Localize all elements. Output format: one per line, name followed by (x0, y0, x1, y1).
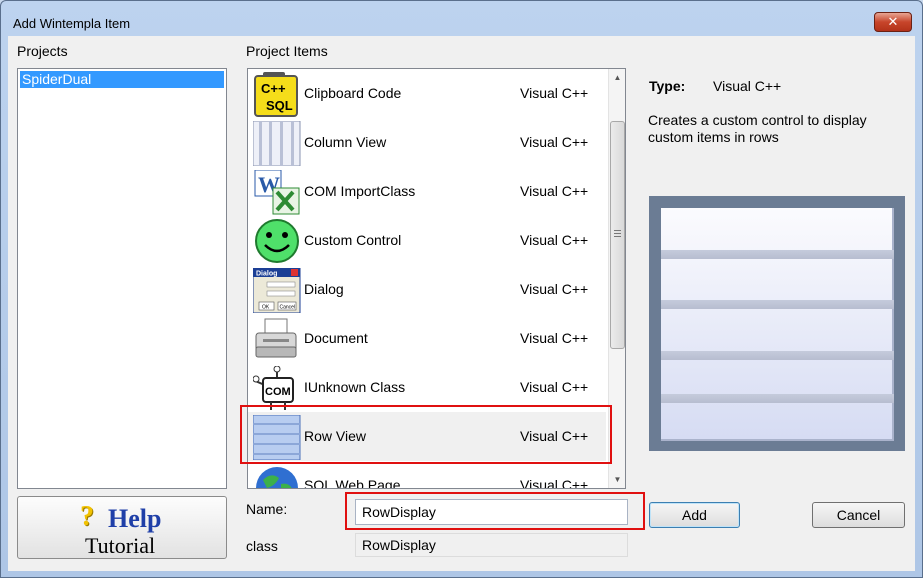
svg-text:COM: COM (265, 386, 291, 398)
list-item-row-view[interactable]: Row View Visual C++ (248, 412, 606, 461)
chevron-up-icon: ▲ (613, 73, 622, 82)
preview-row-view (661, 208, 894, 441)
class-label: class (246, 538, 278, 554)
item-name: Document (304, 330, 368, 346)
item-description: Creates a custom control to display cust… (648, 112, 867, 145)
window-title: Add Wintempla Item (13, 16, 131, 31)
item-name: SQL Web Page (304, 477, 401, 489)
dialog-client-area: Projects SpiderDual Project Items C++ SQ… (8, 36, 915, 571)
item-name: Row View (304, 428, 366, 444)
scroll-down-button[interactable]: ▼ (609, 471, 625, 488)
item-language: Visual C++ (520, 183, 589, 199)
svg-text:Dialog: Dialog (256, 271, 277, 278)
projects-label: Projects (17, 43, 68, 59)
com-chip-icon: COM (252, 365, 301, 411)
projects-list[interactable]: SpiderDual (17, 68, 227, 489)
svg-text:C++: C++ (261, 81, 286, 96)
list-item-dialog[interactable]: Dialog OK Cancel Dialog Visual C++ (248, 265, 606, 314)
item-language: Visual C++ (520, 85, 589, 101)
help-label: Help (108, 504, 162, 533)
list-item-custom-control[interactable]: Custom Control Visual C++ (248, 216, 606, 265)
name-label: Name: (246, 501, 288, 517)
preview-row-divider (661, 300, 894, 309)
vertical-scrollbar[interactable]: ▲ ▼ (608, 69, 625, 488)
item-language: Visual C++ (520, 281, 589, 297)
row-view-icon (252, 414, 301, 461)
item-language: Visual C++ (520, 134, 589, 150)
list-item-column-view[interactable]: Column View Visual C++ (248, 118, 606, 167)
preview-row-divider (661, 250, 894, 259)
item-name: Custom Control (304, 232, 402, 248)
svg-text:SQL: SQL (266, 98, 293, 113)
cancel-button[interactable]: Cancel (812, 502, 905, 528)
title-bar[interactable]: Add Wintempla Item ✕ (1, 1, 922, 35)
dialog-window-icon: Dialog OK Cancel (252, 267, 301, 314)
item-language: Visual C++ (520, 232, 589, 248)
cpp-sql-clipboard-icon: C++ SQL (253, 72, 301, 117)
item-name: IUnknown Class (304, 379, 406, 395)
close-icon: ✕ (887, 14, 899, 29)
list-item-document[interactable]: Document Visual C++ (248, 314, 606, 363)
tutorial-label: Tutorial (85, 533, 156, 558)
printer-icon (253, 317, 301, 362)
item-name: Clipboard Code (304, 85, 402, 101)
list-item-iunknown-class[interactable]: COM IUnknown Class Visual C++ (248, 363, 606, 412)
project-item-spiderdual[interactable]: SpiderDual (20, 71, 224, 88)
item-name: Column View (304, 134, 387, 150)
question-mark-icon: ? (80, 501, 94, 532)
project-items-list[interactable]: C++ SQL Clipboard Code Visual C++ Column… (247, 68, 626, 489)
scroll-thumb[interactable] (610, 121, 625, 349)
item-name: COM ImportClass (304, 183, 416, 199)
help-tutorial-button[interactable]: ? Help Tutorial (17, 496, 227, 559)
item-name: Dialog (304, 281, 344, 297)
type-label: Type: (649, 78, 686, 94)
add-button[interactable]: Add (649, 502, 740, 528)
add-item-dialog: Add Wintempla Item ✕ Projects SpiderDual… (0, 0, 923, 578)
list-item-com-importclass[interactable]: W COM ImportClass Visual C++ (248, 167, 606, 216)
name-input[interactable]: RowDisplay (355, 499, 628, 525)
list-item-clipboard-code[interactable]: C++ SQL Clipboard Code Visual C++ (248, 69, 606, 118)
preview-row-divider (661, 394, 894, 403)
svg-text:Cancel: Cancel (280, 305, 296, 311)
smiley-icon (253, 219, 301, 264)
grip-icon (614, 230, 621, 237)
scroll-up-button[interactable]: ▲ (609, 69, 625, 86)
svg-text:OK: OK (262, 305, 270, 311)
project-items-label: Project Items (246, 43, 328, 59)
preview-image (649, 196, 905, 451)
item-language: Visual C++ (520, 330, 589, 346)
word-excel-icon: W (253, 169, 301, 215)
close-button[interactable]: ✕ (874, 12, 912, 32)
class-field: RowDisplay (355, 533, 628, 557)
type-value: Visual C++ (713, 78, 782, 94)
preview-row-divider (661, 351, 894, 360)
item-language: Visual C++ (520, 379, 589, 395)
list-item-sql-web-page[interactable]: SQL Web Page Visual C++ (248, 461, 606, 489)
item-language: Visual C++ (520, 477, 589, 489)
chevron-down-icon: ▼ (613, 475, 622, 484)
item-language: Visual C++ (520, 428, 589, 444)
globe-icon (253, 464, 301, 488)
column-view-icon (252, 120, 301, 167)
